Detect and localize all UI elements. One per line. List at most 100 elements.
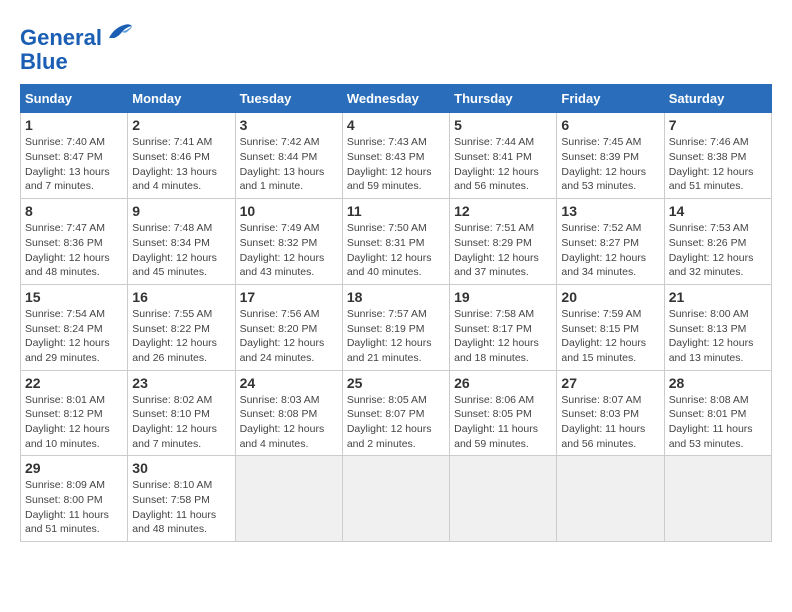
calendar-week-row: 8 Sunrise: 7:47 AMSunset: 8:36 PMDayligh… (21, 199, 772, 285)
day-number: 24 (240, 375, 338, 391)
calendar-day-cell: 9 Sunrise: 7:48 AMSunset: 8:34 PMDayligh… (128, 199, 235, 285)
day-number: 5 (454, 117, 552, 133)
calendar-day-cell: 8 Sunrise: 7:47 AMSunset: 8:36 PMDayligh… (21, 199, 128, 285)
day-number: 20 (561, 289, 659, 305)
calendar-day-cell: 27 Sunrise: 8:07 AMSunset: 8:03 PMDaylig… (557, 370, 664, 456)
day-info: Sunrise: 7:51 AMSunset: 8:29 PMDaylight:… (454, 222, 539, 278)
calendar-day-cell: 30 Sunrise: 8:10 AMSunset: 7:58 PMDaylig… (128, 456, 235, 542)
calendar-day-cell: 19 Sunrise: 7:58 AMSunset: 8:17 PMDaylig… (450, 284, 557, 370)
day-number: 26 (454, 375, 552, 391)
calendar-day-cell: 25 Sunrise: 8:05 AMSunset: 8:07 PMDaylig… (342, 370, 449, 456)
calendar-day-cell: 26 Sunrise: 8:06 AMSunset: 8:05 PMDaylig… (450, 370, 557, 456)
day-info: Sunrise: 8:06 AMSunset: 8:05 PMDaylight:… (454, 394, 538, 450)
day-info: Sunrise: 7:48 AMSunset: 8:34 PMDaylight:… (132, 222, 217, 278)
day-number: 17 (240, 289, 338, 305)
day-info: Sunrise: 7:47 AMSunset: 8:36 PMDaylight:… (25, 222, 110, 278)
calendar-day-cell: 21 Sunrise: 8:00 AMSunset: 8:13 PMDaylig… (664, 284, 771, 370)
day-number: 27 (561, 375, 659, 391)
calendar-day-cell: 6 Sunrise: 7:45 AMSunset: 8:39 PMDayligh… (557, 113, 664, 199)
day-info: Sunrise: 7:42 AMSunset: 8:44 PMDaylight:… (240, 136, 325, 192)
day-info: Sunrise: 8:00 AMSunset: 8:13 PMDaylight:… (669, 308, 754, 364)
calendar-day-cell: 20 Sunrise: 7:59 AMSunset: 8:15 PMDaylig… (557, 284, 664, 370)
day-number: 30 (132, 460, 230, 476)
day-info: Sunrise: 8:05 AMSunset: 8:07 PMDaylight:… (347, 394, 432, 450)
day-info: Sunrise: 7:52 AMSunset: 8:27 PMDaylight:… (561, 222, 646, 278)
day-number: 14 (669, 203, 767, 219)
day-info: Sunrise: 8:03 AMSunset: 8:08 PMDaylight:… (240, 394, 325, 450)
calendar-day-cell: 1 Sunrise: 7:40 AMSunset: 8:47 PMDayligh… (21, 113, 128, 199)
day-info: Sunrise: 7:58 AMSunset: 8:17 PMDaylight:… (454, 308, 539, 364)
day-info: Sunrise: 7:55 AMSunset: 8:22 PMDaylight:… (132, 308, 217, 364)
day-number: 11 (347, 203, 445, 219)
calendar-day-cell: 24 Sunrise: 8:03 AMSunset: 8:08 PMDaylig… (235, 370, 342, 456)
day-number: 10 (240, 203, 338, 219)
weekday-header: Wednesday (342, 85, 449, 113)
logo-bird-icon (104, 20, 134, 45)
calendar-day-cell (557, 456, 664, 542)
day-number: 25 (347, 375, 445, 391)
calendar-day-cell: 14 Sunrise: 7:53 AMSunset: 8:26 PMDaylig… (664, 199, 771, 285)
calendar-day-cell: 2 Sunrise: 7:41 AMSunset: 8:46 PMDayligh… (128, 113, 235, 199)
calendar-week-row: 22 Sunrise: 8:01 AMSunset: 8:12 PMDaylig… (21, 370, 772, 456)
day-info: Sunrise: 7:40 AMSunset: 8:47 PMDaylight:… (25, 136, 110, 192)
day-number: 29 (25, 460, 123, 476)
calendar-day-cell: 15 Sunrise: 7:54 AMSunset: 8:24 PMDaylig… (21, 284, 128, 370)
day-info: Sunrise: 7:56 AMSunset: 8:20 PMDaylight:… (240, 308, 325, 364)
calendar-day-cell: 7 Sunrise: 7:46 AMSunset: 8:38 PMDayligh… (664, 113, 771, 199)
day-info: Sunrise: 7:45 AMSunset: 8:39 PMDaylight:… (561, 136, 646, 192)
calendar-week-row: 15 Sunrise: 7:54 AMSunset: 8:24 PMDaylig… (21, 284, 772, 370)
day-number: 16 (132, 289, 230, 305)
day-number: 28 (669, 375, 767, 391)
logo-text: General Blue (20, 20, 134, 74)
day-number: 18 (347, 289, 445, 305)
calendar-day-cell: 4 Sunrise: 7:43 AMSunset: 8:43 PMDayligh… (342, 113, 449, 199)
day-info: Sunrise: 8:09 AMSunset: 8:00 PMDaylight:… (25, 479, 109, 535)
calendar-day-cell (450, 456, 557, 542)
calendar-day-cell: 10 Sunrise: 7:49 AMSunset: 8:32 PMDaylig… (235, 199, 342, 285)
day-number: 9 (132, 203, 230, 219)
day-info: Sunrise: 8:07 AMSunset: 8:03 PMDaylight:… (561, 394, 645, 450)
weekday-header: Monday (128, 85, 235, 113)
calendar-day-cell: 17 Sunrise: 7:56 AMSunset: 8:20 PMDaylig… (235, 284, 342, 370)
weekday-header: Thursday (450, 85, 557, 113)
calendar-day-cell (664, 456, 771, 542)
day-number: 7 (669, 117, 767, 133)
day-info: Sunrise: 8:01 AMSunset: 8:12 PMDaylight:… (25, 394, 110, 450)
day-number: 3 (240, 117, 338, 133)
day-info: Sunrise: 7:41 AMSunset: 8:46 PMDaylight:… (132, 136, 217, 192)
day-info: Sunrise: 7:53 AMSunset: 8:26 PMDaylight:… (669, 222, 754, 278)
calendar-day-cell (342, 456, 449, 542)
day-number: 2 (132, 117, 230, 133)
calendar-day-cell: 12 Sunrise: 7:51 AMSunset: 8:29 PMDaylig… (450, 199, 557, 285)
day-number: 15 (25, 289, 123, 305)
day-info: Sunrise: 7:49 AMSunset: 8:32 PMDaylight:… (240, 222, 325, 278)
day-info: Sunrise: 7:43 AMSunset: 8:43 PMDaylight:… (347, 136, 432, 192)
day-info: Sunrise: 7:57 AMSunset: 8:19 PMDaylight:… (347, 308, 432, 364)
calendar-day-cell: 23 Sunrise: 8:02 AMSunset: 8:10 PMDaylig… (128, 370, 235, 456)
day-info: Sunrise: 7:44 AMSunset: 8:41 PMDaylight:… (454, 136, 539, 192)
calendar-day-cell: 28 Sunrise: 8:08 AMSunset: 8:01 PMDaylig… (664, 370, 771, 456)
calendar-day-cell: 11 Sunrise: 7:50 AMSunset: 8:31 PMDaylig… (342, 199, 449, 285)
calendar-week-row: 29 Sunrise: 8:09 AMSunset: 8:00 PMDaylig… (21, 456, 772, 542)
day-info: Sunrise: 7:46 AMSunset: 8:38 PMDaylight:… (669, 136, 754, 192)
weekday-header: Sunday (21, 85, 128, 113)
calendar-day-cell: 22 Sunrise: 8:01 AMSunset: 8:12 PMDaylig… (21, 370, 128, 456)
day-number: 19 (454, 289, 552, 305)
calendar-header-row: SundayMondayTuesdayWednesdayThursdayFrid… (21, 85, 772, 113)
day-number: 4 (347, 117, 445, 133)
calendar-table: SundayMondayTuesdayWednesdayThursdayFrid… (20, 84, 772, 542)
calendar-day-cell (235, 456, 342, 542)
calendar-day-cell: 3 Sunrise: 7:42 AMSunset: 8:44 PMDayligh… (235, 113, 342, 199)
calendar-day-cell: 29 Sunrise: 8:09 AMSunset: 8:00 PMDaylig… (21, 456, 128, 542)
weekday-header: Saturday (664, 85, 771, 113)
day-info: Sunrise: 8:08 AMSunset: 8:01 PMDaylight:… (669, 394, 753, 450)
calendar-day-cell: 18 Sunrise: 7:57 AMSunset: 8:19 PMDaylig… (342, 284, 449, 370)
day-number: 22 (25, 375, 123, 391)
day-info: Sunrise: 8:10 AMSunset: 7:58 PMDaylight:… (132, 479, 216, 535)
day-number: 6 (561, 117, 659, 133)
day-number: 8 (25, 203, 123, 219)
calendar-day-cell: 16 Sunrise: 7:55 AMSunset: 8:22 PMDaylig… (128, 284, 235, 370)
weekday-header: Friday (557, 85, 664, 113)
calendar-week-row: 1 Sunrise: 7:40 AMSunset: 8:47 PMDayligh… (21, 113, 772, 199)
day-info: Sunrise: 8:02 AMSunset: 8:10 PMDaylight:… (132, 394, 217, 450)
